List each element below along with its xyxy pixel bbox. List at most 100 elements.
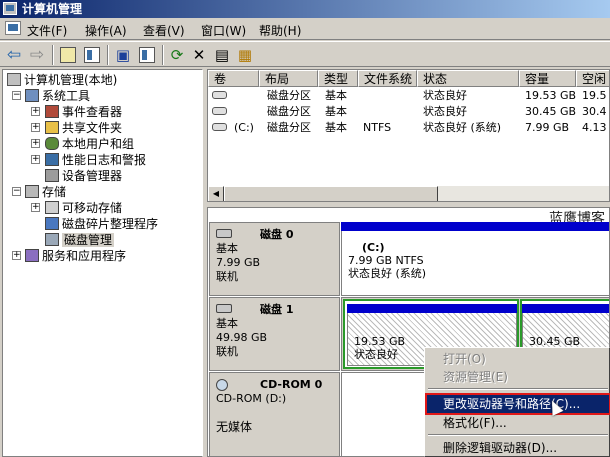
console-tree: 计算机管理(本地) − 系统工具 + 事件查看器 + 共享文件夹 + 本地用户和… xyxy=(2,69,203,457)
window-title: 计算机管理 xyxy=(22,2,83,16)
tree-node-removable-storage[interactable]: 可移动存储 xyxy=(45,200,122,216)
menu-action[interactable]: 操作(A) xyxy=(85,22,127,39)
tree-node-root[interactable]: 计算机管理(本地) xyxy=(7,72,117,88)
back-arrow-icon[interactable]: ⇦ xyxy=(4,45,24,65)
partition-label: (C:) xyxy=(362,241,385,254)
cell-free: 4.13 xyxy=(582,121,607,134)
tree-node-perf-logs[interactable]: 性能日志和警报 xyxy=(45,152,146,168)
disk-management-icon xyxy=(45,233,59,246)
cell-layout: 磁盘分区 xyxy=(267,121,311,134)
disk-size: 49.98 GB xyxy=(216,331,268,344)
menu-item-explore[interactable]: 资源管理(E) xyxy=(427,368,609,386)
cell-filesystem: NTFS xyxy=(363,121,392,134)
tree-node-local-users[interactable]: 本地用户和组 xyxy=(45,136,134,152)
volume-icon xyxy=(212,107,227,115)
menu-separator xyxy=(428,388,608,390)
tree-label: 可移动存储 xyxy=(62,201,123,215)
menu-view[interactable]: 查看(V) xyxy=(143,22,185,39)
menu-help[interactable]: 帮助(H) xyxy=(259,22,301,39)
help-icon[interactable] xyxy=(139,47,155,63)
tree-node-event-viewer[interactable]: 事件查看器 xyxy=(45,104,122,120)
users-icon xyxy=(45,137,59,150)
tree-label: 磁盘管理 xyxy=(62,233,115,247)
tree-label: 计算机管理(本地) xyxy=(24,73,118,87)
show-tree-icon[interactable] xyxy=(84,47,100,63)
column-header-capacity[interactable]: 容量 xyxy=(519,70,576,87)
storage-icon xyxy=(25,185,39,198)
cell-free: 19.5 xyxy=(582,89,607,102)
tree-node-shared-folders[interactable]: 共享文件夹 xyxy=(45,120,122,136)
toolbar-separator xyxy=(107,45,109,65)
disk-state: 联机 xyxy=(216,345,238,358)
collapse-icon[interactable]: − xyxy=(12,91,21,100)
refresh-icon[interactable]: ⟳ xyxy=(167,45,187,65)
cell-free: 30.4 xyxy=(582,105,607,118)
column-header-volume[interactable]: 卷 xyxy=(208,70,259,87)
disk-name: 磁盘 1 xyxy=(260,303,294,316)
toolbar: ⇦ ⇨ ▣ ⟳ ✕ ▤ ▦ xyxy=(0,41,610,67)
expand-icon[interactable]: + xyxy=(31,203,40,212)
tree-node-disk-management[interactable]: 磁盘管理 xyxy=(45,232,115,248)
wizard-icon[interactable]: ▦ xyxy=(235,45,255,65)
disk-size: 7.99 GB xyxy=(216,256,261,269)
cell-type: 基本 xyxy=(325,121,347,134)
properties-icon[interactable]: ▣ xyxy=(113,45,133,65)
up-folder-icon[interactable] xyxy=(60,47,76,63)
column-header-layout[interactable]: 布局 xyxy=(259,70,318,87)
menu-bar: 文件(F) 操作(A) 查看(V) 窗口(W) 帮助(H) xyxy=(0,18,610,40)
tree-node-services[interactable]: 服务和应用程序 xyxy=(25,248,126,264)
tree-node-storage[interactable]: 存储 xyxy=(25,184,66,200)
delete-icon[interactable]: ✕ xyxy=(189,45,209,65)
column-header-status[interactable]: 状态 xyxy=(417,70,519,87)
removable-storage-icon xyxy=(45,201,59,214)
column-header-type[interactable]: 类型 xyxy=(318,70,358,87)
context-menu: 打开(O) 资源管理(E) 更改驱动器号和路径(C)... 格式化(F)... … xyxy=(424,347,610,457)
services-icon xyxy=(25,249,39,262)
cell-status: 状态良好 (系统) xyxy=(423,121,502,134)
disk-type: 基本 xyxy=(216,317,238,330)
horizontal-scrollbar[interactable]: ◀ xyxy=(208,185,609,201)
tree-node-device-manager[interactable]: 设备管理器 xyxy=(45,168,122,184)
console-icon[interactable] xyxy=(5,21,21,35)
expand-icon[interactable]: + xyxy=(31,155,40,164)
menu-window[interactable]: 窗口(W) xyxy=(201,22,246,39)
collapse-icon[interactable]: − xyxy=(12,187,21,196)
tree-label: 性能日志和警报 xyxy=(62,153,147,167)
tree-node-defrag[interactable]: 磁盘碎片整理程序 xyxy=(45,216,158,232)
cell-capacity: 7.99 GB xyxy=(525,121,570,134)
scroll-left-icon[interactable]: ◀ xyxy=(208,186,224,201)
menu-item-open[interactable]: 打开(O) xyxy=(427,350,609,368)
tree-label: 本地用户和组 xyxy=(62,137,135,151)
menu-item-delete-logical-drive[interactable]: 删除逻辑驱动器(D)... xyxy=(427,439,609,457)
menu-file[interactable]: 文件(F) xyxy=(27,22,67,39)
tools-icon xyxy=(25,89,39,102)
cdrom-icon xyxy=(216,379,228,391)
cell-type: 基本 xyxy=(325,105,347,118)
disk-name: 磁盘 0 xyxy=(260,228,294,241)
expand-icon[interactable]: + xyxy=(31,139,40,148)
cell-layout: 磁盘分区 xyxy=(267,89,311,102)
expand-icon[interactable]: + xyxy=(12,251,21,260)
menu-item-change-drive-letter[interactable]: 更改驱动器号和路径(C)... xyxy=(425,393,610,415)
disk-1-label[interactable]: 磁盘 1 基本 49.98 GB 联机 xyxy=(209,297,340,371)
menu-item-format[interactable]: 格式化(F)... xyxy=(427,414,609,432)
expand-icon[interactable]: + xyxy=(31,107,40,116)
scrollbar-thumb[interactable] xyxy=(224,186,438,201)
partition-c[interactable]: (C:) 7.99 GB NTFS 状态良好 (系统) xyxy=(341,222,609,296)
expand-icon[interactable]: + xyxy=(31,123,40,132)
cdrom-0-label[interactable]: CD-ROM 0 CD-ROM (D:) 无媒体 xyxy=(209,372,340,456)
disk-0-label[interactable]: 磁盘 0 基本 7.99 GB 联机 xyxy=(209,222,340,296)
tree-node-system-tools[interactable]: 系统工具 xyxy=(25,88,90,104)
cell-type: 基本 xyxy=(325,89,347,102)
defrag-icon xyxy=(45,217,59,230)
cell-layout: 磁盘分区 xyxy=(267,105,311,118)
tree-label: 设备管理器 xyxy=(62,169,123,183)
disk-name: CD-ROM 0 xyxy=(260,378,323,391)
cell-volume: (C:) xyxy=(234,121,254,134)
cell-capacity: 19.53 GB xyxy=(525,89,577,102)
forward-arrow-icon[interactable]: ⇨ xyxy=(27,45,47,65)
column-header-free[interactable]: 空闲 xyxy=(576,70,609,87)
partition-bar xyxy=(347,304,517,313)
export-icon[interactable]: ▤ xyxy=(212,45,232,65)
column-header-filesystem[interactable]: 文件系统 xyxy=(358,70,417,87)
